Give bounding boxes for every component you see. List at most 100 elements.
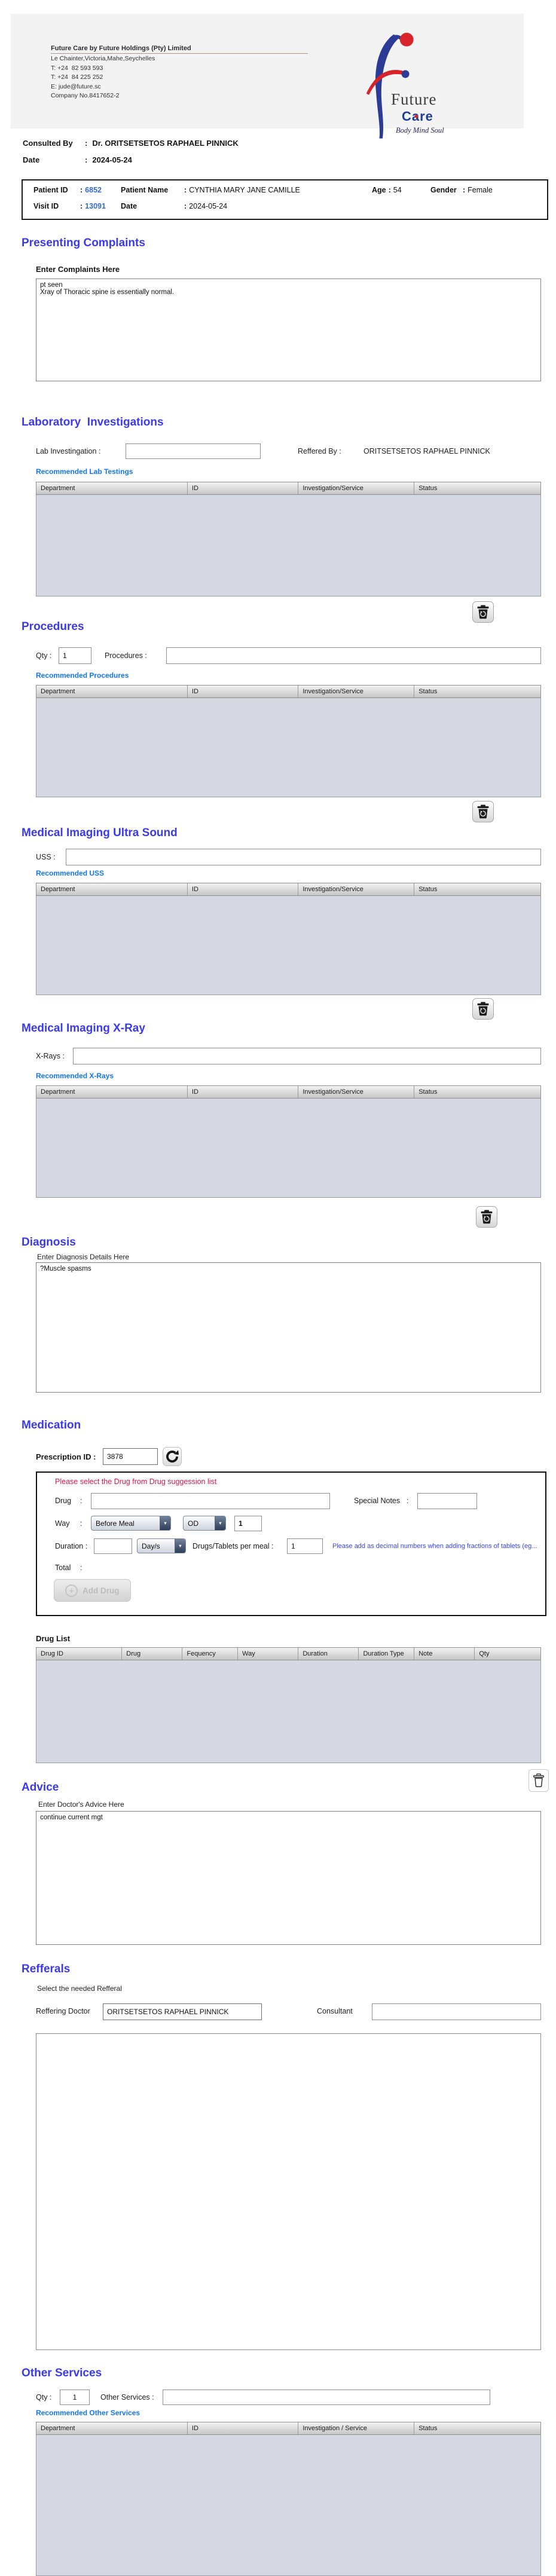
frequency-select[interactable]: OD ▼ bbox=[183, 1516, 226, 1531]
company-info-line: Le Chainter,Victoria,Mahe,Seychelles bbox=[51, 54, 308, 63]
chevron-down-icon: ▼ bbox=[215, 1516, 225, 1530]
referral-list-box[interactable] bbox=[36, 2033, 541, 2350]
refresh-prescription-button[interactable] bbox=[163, 1447, 182, 1466]
lab-testings-table: DepartmentIDInvestigation/ServiceStatus bbox=[36, 482, 541, 596]
consultation-form-page: Future Care by Future Holdings (Pty) Lim… bbox=[0, 0, 556, 2576]
table-body bbox=[36, 2435, 541, 2576]
header: Future Care by Future Holdings (Pty) Lim… bbox=[11, 14, 524, 129]
table-body bbox=[36, 698, 541, 797]
table-header-cell: Status bbox=[414, 1086, 540, 1098]
delete-xray-selection-button[interactable] bbox=[476, 1206, 497, 1228]
table-header-cell: Duration bbox=[298, 1648, 359, 1660]
way-meal-select[interactable]: Before Meal ▼ bbox=[91, 1516, 171, 1531]
uss-input[interactable] bbox=[66, 849, 541, 865]
special-notes-input[interactable] bbox=[417, 1493, 477, 1509]
table-header-cell: Status bbox=[414, 883, 540, 895]
duration-type-value: Day/s bbox=[138, 1542, 175, 1550]
consulted-by-label: Consulted By bbox=[23, 139, 85, 148]
company-info-line: E: jude@future.sc bbox=[51, 82, 308, 91]
other-services-input[interactable] bbox=[163, 2390, 490, 2405]
referring-doctor-input[interactable] bbox=[103, 2003, 262, 2020]
recommended-lab-testings-link[interactable]: Recommended Lab Testings bbox=[36, 467, 133, 476]
table-header-cell: Qty bbox=[475, 1648, 540, 1660]
chevron-down-icon: ▼ bbox=[160, 1516, 170, 1530]
add-drug-button[interactable]: + Add Drug bbox=[54, 1579, 131, 1602]
colon: : bbox=[80, 1519, 82, 1528]
logo-f-icon bbox=[365, 30, 430, 141]
table-header-cell: Status bbox=[414, 2422, 540, 2434]
section-title-diagnosis: Diagnosis bbox=[22, 1236, 76, 1249]
table-header-cell: Investigation/Service bbox=[298, 686, 414, 697]
table-header-cell: ID bbox=[188, 686, 298, 697]
recommended-procedures-link[interactable]: Recommended Procedures bbox=[36, 671, 129, 680]
section-title-referrals: Refferals bbox=[22, 1963, 70, 1976]
table-body bbox=[36, 896, 541, 995]
drug-input[interactable] bbox=[91, 1493, 330, 1509]
diagnosis-textarea[interactable]: ?Muscle spasms bbox=[36, 1262, 541, 1393]
colon: : bbox=[182, 202, 189, 210]
table-header-cell: Department bbox=[36, 2422, 188, 2434]
recommended-xrays-link[interactable]: Recommended X-Rays bbox=[36, 1072, 114, 1080]
colon: : bbox=[85, 139, 87, 148]
advice-textarea[interactable]: continue current mgt bbox=[36, 1811, 541, 1945]
add-drug-label: Add Drug bbox=[83, 1586, 120, 1595]
colon: : bbox=[386, 186, 393, 194]
patient-id-group: Patient ID : 6852 bbox=[33, 186, 102, 194]
table-header-cell: Investigation/Service bbox=[298, 482, 414, 494]
logo-tagline: Body Mind Soul bbox=[396, 126, 444, 135]
delete-advice-button[interactable] bbox=[528, 1769, 549, 1792]
colon: : bbox=[85, 155, 87, 164]
recommended-uss-link[interactable]: Recommended USS bbox=[36, 869, 104, 877]
table-header-cell: Department bbox=[36, 883, 188, 895]
section-title-presenting-complaints: Presenting Complaints bbox=[22, 237, 145, 250]
frequency-value: OD bbox=[184, 1519, 215, 1528]
delete-uss-selection-button[interactable] bbox=[472, 998, 494, 1020]
decimal-fraction-note: Please add as decimal numbers when addin… bbox=[332, 1543, 542, 1550]
uss-table: DepartmentIDInvestigation/ServiceStatus bbox=[36, 883, 541, 995]
delete-lab-selection-button[interactable] bbox=[472, 601, 494, 623]
chevron-down-icon: ▼ bbox=[175, 1539, 185, 1553]
consulted-by-value: Dr. ORITSETSETOS RAPHAEL PINNICK bbox=[92, 139, 238, 148]
prescription-id-label: Prescription ID : bbox=[36, 1452, 96, 1461]
per-meal-input[interactable] bbox=[287, 1538, 323, 1554]
other-services-qty-input[interactable] bbox=[60, 2390, 90, 2405]
consultant-input[interactable] bbox=[372, 2003, 541, 2020]
company-info-line: T: +24 82 593 593 bbox=[51, 64, 308, 73]
visit-id-label: Visit ID bbox=[33, 202, 78, 210]
lab-investigation-input[interactable] bbox=[126, 443, 261, 459]
patient-name-group: Patient Name : CYNTHIA MARY JANE CAMILLE bbox=[121, 186, 300, 194]
way-meal-value: Before Meal bbox=[91, 1519, 160, 1528]
prescription-id-input[interactable] bbox=[103, 1448, 158, 1465]
xrays-input[interactable] bbox=[73, 1048, 541, 1064]
table-header-row: DepartmentIDInvestigation/ServiceStatus bbox=[36, 482, 541, 495]
duration-input[interactable] bbox=[94, 1538, 132, 1554]
duration-type-select[interactable]: Day/s ▼ bbox=[137, 1538, 186, 1553]
section-title-ultrasound: Medical Imaging Ultra Sound bbox=[22, 827, 178, 840]
table-header-cell: Investigation / Service bbox=[298, 2422, 414, 2434]
uss-label: USS : bbox=[36, 853, 56, 861]
delete-procedure-selection-button[interactable] bbox=[472, 801, 494, 822]
colon: : bbox=[460, 186, 468, 194]
table-header-row: Drug IDDrugFequencyWayDurationDuration T… bbox=[36, 1647, 541, 1660]
drug-row: Drug : Special Notes : bbox=[37, 1493, 545, 1510]
drug-suggestion-warning: Please select the Drug from Drug suggess… bbox=[55, 1477, 216, 1486]
complaints-textarea[interactable]: pt seen Xray of Thoracic spine is essent… bbox=[36, 279, 541, 381]
procedures-input[interactable] bbox=[166, 647, 541, 664]
diagnosis-label: Enter Diagnosis Details Here bbox=[37, 1253, 129, 1261]
procedures-qty-input[interactable] bbox=[59, 647, 91, 664]
other-services-label: Other Services : bbox=[100, 2393, 154, 2401]
trash-recycle-icon bbox=[476, 804, 490, 819]
advice-label: Enter Doctor's Advice Here bbox=[38, 1800, 124, 1809]
plus-circle-icon: + bbox=[65, 1584, 78, 1597]
table-header-cell: Duration Type bbox=[359, 1648, 414, 1660]
way-qty-input[interactable] bbox=[234, 1516, 262, 1531]
drug-list-table: Drug IDDrugFequencyWayDurationDuration T… bbox=[36, 1647, 541, 1763]
table-header-row: DepartmentIDInvestigation/ServiceStatus bbox=[36, 685, 541, 698]
table-header-cell: Investigation/Service bbox=[298, 1086, 414, 1098]
table-body bbox=[36, 1099, 541, 1198]
recommended-other-services-link[interactable]: Recommended Other Services bbox=[36, 2409, 140, 2417]
table-header-row: DepartmentIDInvestigation / ServiceStatu… bbox=[36, 2422, 541, 2435]
brand-logo: Future Care ♥ Body Mind Soul bbox=[365, 30, 478, 144]
xray-table: DepartmentIDInvestigation/ServiceStatus bbox=[36, 1085, 541, 1198]
procedures-label: Procedures : bbox=[105, 651, 147, 660]
